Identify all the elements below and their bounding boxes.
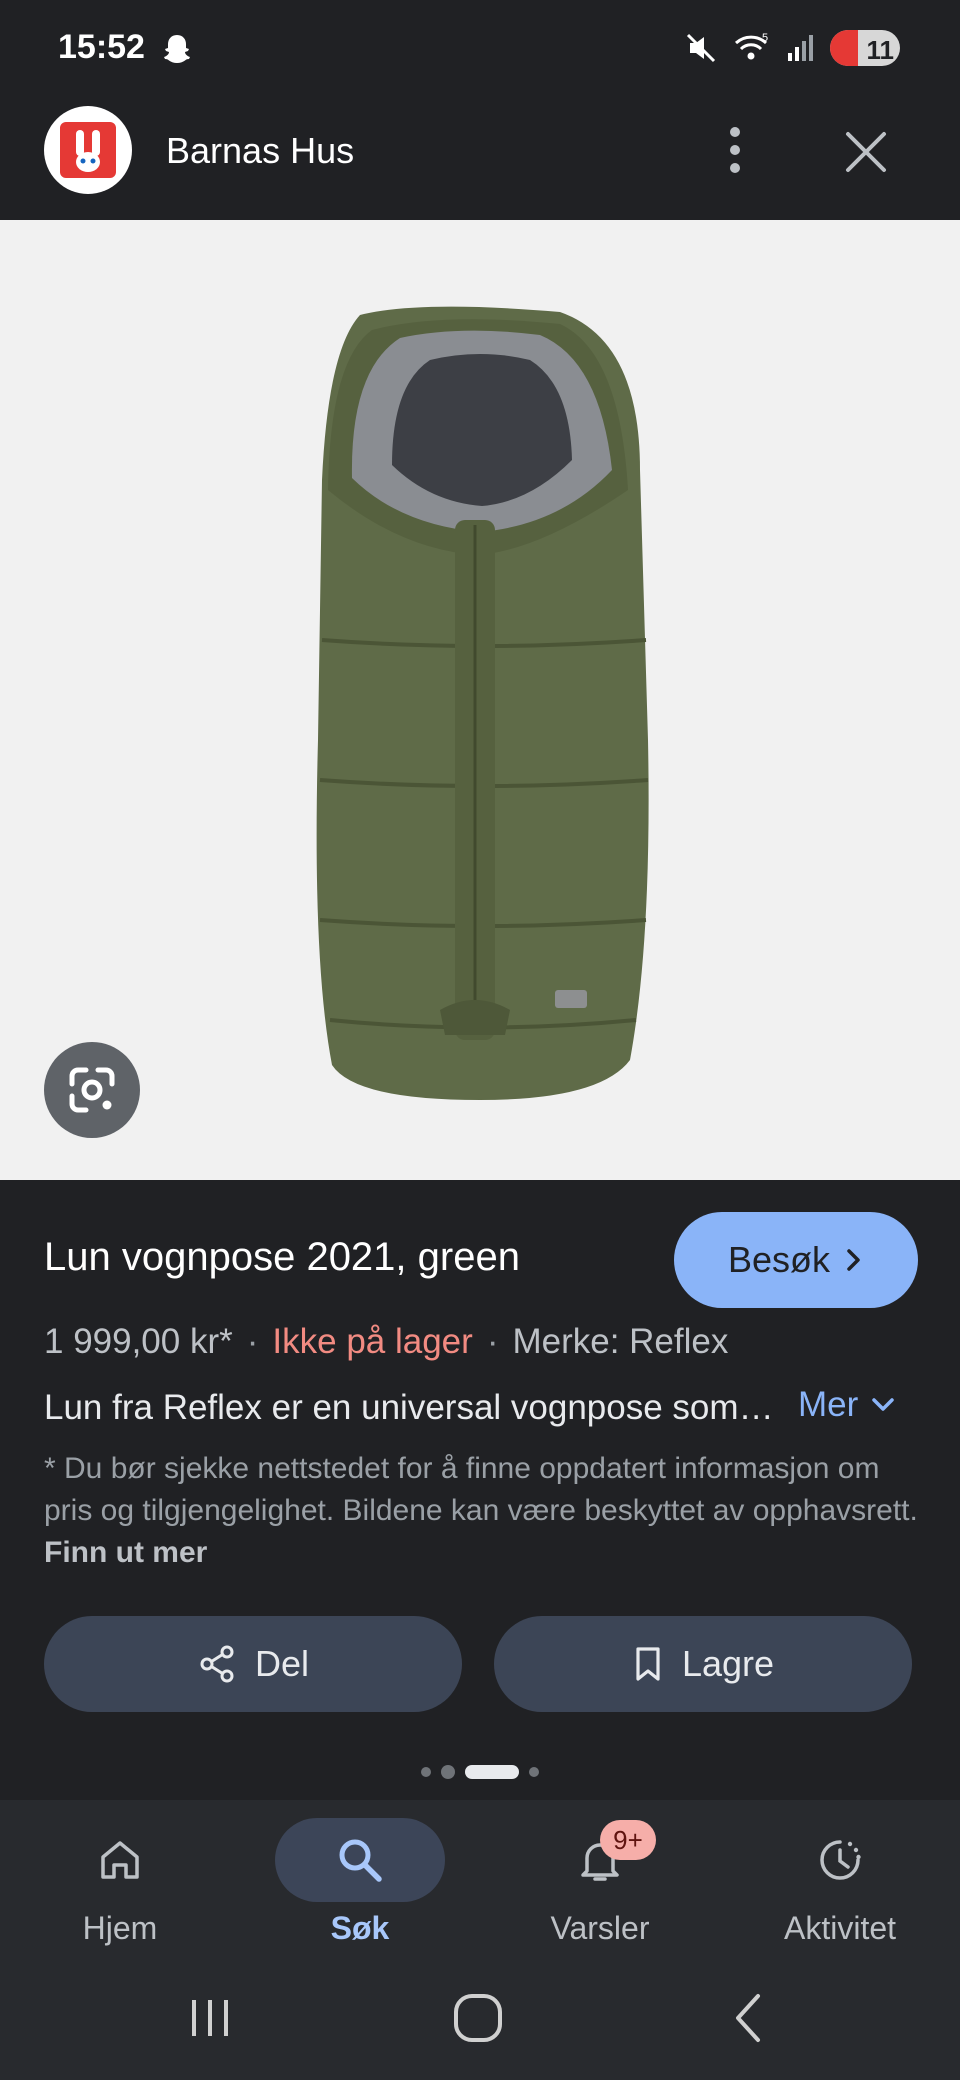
google-lens-button[interactable] — [44, 1042, 140, 1138]
visit-button[interactable]: Besøk — [674, 1212, 918, 1308]
more-vert-icon — [730, 127, 740, 173]
separator: · — [246, 1322, 259, 1361]
share-label: Del — [254, 1643, 310, 1684]
close-icon — [846, 132, 886, 172]
product-price: 1 999,00 kr* — [44, 1322, 233, 1361]
close-button[interactable] — [836, 122, 896, 182]
image-viewer[interactable] — [0, 220, 960, 1180]
product-meta: 1 999,00 kr* · Ikke på lager · Merke: Reflex — [44, 1322, 728, 1362]
pager-dot — [421, 1767, 431, 1777]
pager-dots — [0, 1762, 960, 1782]
signal-icon — [788, 35, 813, 61]
status-time: 15:52 — [58, 28, 145, 66]
home-system-icon[interactable] — [448, 1988, 508, 2048]
notification-badge: 9+ — [600, 1820, 656, 1860]
disclaimer: * Du bør sjekke nettstedet for å finne o… — [44, 1448, 924, 1574]
bottom-navigation: Hjem Søk 9+ Varsler Aktivitet — [0, 1800, 960, 1950]
product-info-panel: Lun vognpose 2021, green Besøk 1 999,00 … — [0, 1180, 960, 1800]
back-icon[interactable] — [720, 1988, 780, 2048]
disclaimer-text: * Du bør sjekke nettstedet for å finne o… — [44, 1452, 918, 1527]
share-button[interactable]: Del — [44, 1616, 462, 1712]
more-button-label: Mer — [798, 1385, 859, 1424]
save-label: Lagre — [681, 1643, 775, 1684]
bookmark-icon — [636, 1647, 660, 1681]
share-icon — [200, 1645, 234, 1683]
separator: · — [486, 1322, 499, 1361]
search-icon — [339, 1839, 382, 1882]
pager-dot-active — [465, 1765, 519, 1779]
save-button[interactable]: Lagre — [494, 1616, 912, 1712]
more-options-button[interactable] — [710, 120, 760, 180]
product-title: Lun vognpose 2021, green — [44, 1235, 520, 1279]
app-header: Barnas Hus — [0, 100, 960, 220]
recent-apps-icon[interactable] — [180, 1988, 240, 2048]
mute-icon — [686, 33, 716, 63]
product-image-footmuff — [316, 306, 649, 1101]
pager-dot — [441, 1765, 455, 1779]
stock-status: Ikke på lager — [272, 1322, 473, 1361]
nav-item-notifications[interactable]: 9+ Varsler — [480, 1800, 720, 1950]
site-logo — [44, 106, 132, 194]
rabbit-logo-icon — [76, 130, 100, 172]
pager-dot — [529, 1767, 539, 1777]
snapchat-ghost-icon — [164, 35, 190, 63]
nav-active-pill — [275, 1818, 445, 1902]
learn-more-link[interactable]: Finn ut mer — [44, 1536, 207, 1569]
google-lens-icon — [69, 1067, 115, 1113]
svg-text:5: 5 — [762, 32, 768, 44]
status-bar: 15:52 5 11 — [0, 0, 960, 100]
nav-item-search[interactable]: Søk — [240, 1800, 480, 1950]
battery-icon: 11 — [830, 30, 900, 66]
chevron-right-icon — [847, 1249, 860, 1271]
chevron-down-icon — [872, 1398, 895, 1411]
activity-icon — [820, 1840, 861, 1880]
site-title: Barnas Hus — [166, 130, 355, 171]
product-brand: Merke: Reflex — [512, 1322, 729, 1361]
nav-label: Hjem — [82, 1910, 158, 1946]
status-icons: 5 11 — [684, 28, 900, 68]
nav-item-activity[interactable]: Aktivitet — [720, 1800, 960, 1950]
system-navigation-bar — [0, 1950, 960, 2080]
more-button[interactable]: Mer — [798, 1385, 896, 1425]
product-description: Lun fra Reflex er en universal vognpose … — [44, 1388, 774, 1427]
home-icon — [101, 1841, 139, 1879]
nav-label: Varsler — [550, 1910, 650, 1946]
battery-level: 11 — [866, 35, 895, 65]
nav-item-home[interactable]: Hjem — [0, 1800, 240, 1950]
nav-label: Søk — [330, 1910, 390, 1946]
wifi-icon: 5 — [734, 32, 768, 60]
nav-label: Aktivitet — [783, 1910, 897, 1946]
visit-button-label: Besøk — [727, 1239, 831, 1280]
